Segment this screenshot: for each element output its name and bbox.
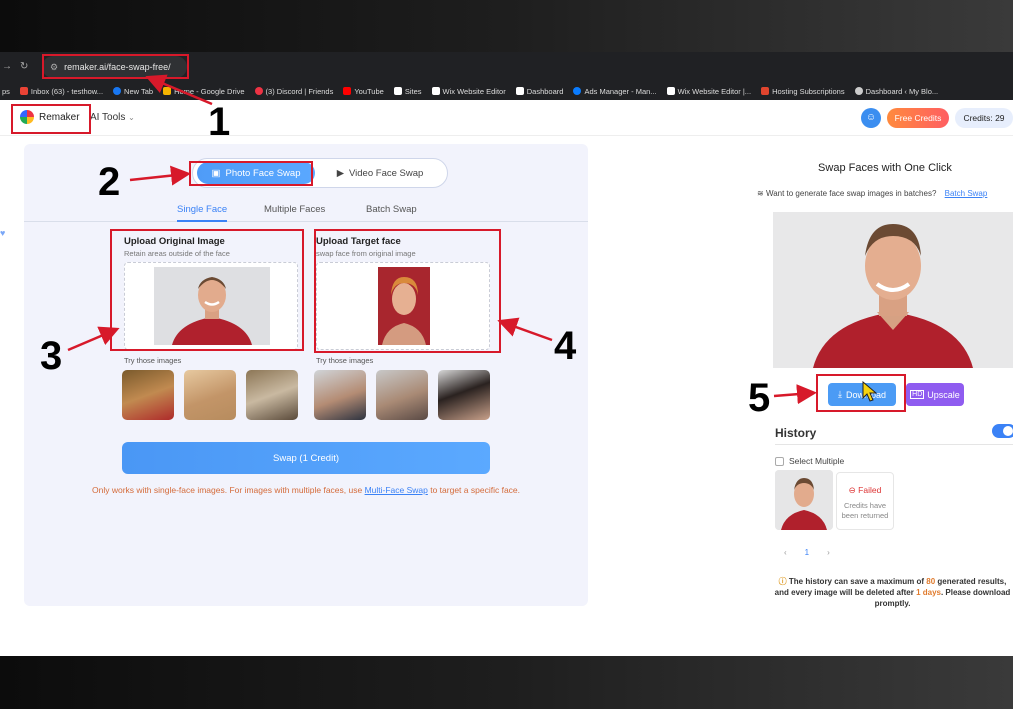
bookmark-item[interactable]: YouTube [343, 87, 384, 96]
chevron-down-icon: ⌄ [128, 113, 135, 122]
upscale-button[interactable]: HD Upscale [906, 383, 964, 406]
hd-icon: HD [910, 390, 925, 399]
bookmark-item[interactable]: (3) Discord | Friends [254, 87, 333, 96]
annotation-number-2: 2 [98, 160, 121, 204]
bookmark-item[interactable]: Wix Website Editor [431, 87, 506, 96]
facebook-icon [113, 87, 122, 95]
wix-icon [393, 87, 402, 95]
bookmark-item[interactable]: Hosting Subscriptions [761, 87, 845, 96]
sidebar-heart-icon[interactable]: ♥ [0, 228, 5, 238]
prev-page-icon[interactable]: ‹ [784, 548, 787, 557]
browser-window: → ↻ ⚙ remaker.ai/face-swap-free/ ps Inbo… [0, 52, 1013, 656]
gmail-icon [19, 87, 28, 95]
video-icon: ▶ [336, 167, 344, 179]
highlight-original [110, 229, 304, 351]
highlight-download [816, 374, 906, 412]
history-divider [775, 444, 1013, 445]
result-image [773, 212, 1013, 368]
swap-button[interactable]: Swap (1 Credit) [122, 442, 490, 474]
sample-original-3[interactable] [246, 370, 298, 420]
video-frame-bottom [0, 656, 1013, 709]
swap-panel: ▣ Photo Face Swap ▶ Video Face Swap Sing… [24, 144, 588, 606]
youtube-icon [343, 87, 352, 95]
wix-icon [666, 87, 675, 95]
reload-icon[interactable]: ↻ [20, 61, 28, 72]
history-thumbnail[interactable] [775, 470, 833, 530]
highlight-target [314, 229, 501, 353]
bookmark-apps[interactable]: ps [2, 87, 10, 96]
target-try-label: Try those images [316, 356, 374, 365]
forward-icon[interactable]: → [2, 61, 12, 72]
single-face-notice: Only works with single-face images. For … [91, 485, 521, 495]
highlight-photo-swap [189, 161, 313, 186]
bookmark-item[interactable]: New Tab [113, 87, 153, 96]
result-title: Swap Faces with One Click [818, 162, 952, 174]
original-try-label: Try those images [124, 356, 182, 365]
tab-multiple-faces[interactable]: Multiple Faces [264, 204, 325, 215]
batch-line: ≋ Want to generate face swap images in b… [757, 189, 988, 198]
video-frame-top [0, 0, 1013, 52]
bookmark-item[interactable]: Ads Manager - Man... [573, 87, 657, 96]
bookmark-item[interactable]: Inbox (63) - testhow... [19, 87, 103, 96]
sample-target-1[interactable] [314, 370, 366, 420]
credits-returned: Credits have been returned [841, 501, 889, 520]
bookmark-item[interactable]: Home - Google Drive [163, 87, 245, 96]
bookmark-item[interactable]: Dashboard [515, 87, 563, 96]
wordpress-icon [854, 87, 863, 95]
meta-icon [573, 87, 582, 95]
next-page-icon[interactable]: › [827, 548, 830, 557]
history-toggle[interactable] [992, 424, 1013, 438]
community-icon[interactable]: ☺ [861, 108, 881, 128]
ai-tools-menu[interactable]: AI Tools ⌄ [90, 112, 135, 123]
history-title: History [775, 426, 817, 440]
batch-swap-link[interactable]: Batch Swap [945, 189, 988, 198]
bookmark-item[interactable]: Sites [393, 87, 422, 96]
free-credits-button[interactable]: Free Credits [887, 108, 949, 128]
video-face-swap-button[interactable]: ▶ Video Face Swap [319, 162, 441, 184]
bookmarks-bar: ps Inbox (63) - testhow... New Tab Home … [0, 82, 1013, 100]
credits-badge[interactable]: Credits: 29 [955, 108, 1013, 128]
sample-original-1[interactable] [122, 370, 174, 420]
annotation-number-1: 1 [208, 100, 231, 144]
annotation-number-4: 4 [554, 324, 577, 368]
page-number[interactable]: 1 [805, 548, 809, 557]
hosting-icon [761, 87, 770, 95]
annotation-number-3: 3 [40, 334, 63, 378]
bookmark-item[interactable]: Wix Website Editor |... [666, 87, 751, 96]
wix-icon [515, 87, 524, 95]
select-multiple-checkbox[interactable] [775, 456, 784, 466]
bookmark-item[interactable]: Dashboard ‹ My Blo... [854, 87, 938, 96]
select-multiple[interactable]: Select Multiple [775, 456, 844, 466]
sample-target-3[interactable] [438, 370, 490, 420]
wix-icon [431, 87, 440, 95]
failed-status: ⊖ Failed [848, 485, 882, 495]
annotation-number-5: 5 [748, 376, 771, 420]
history-note: ⓘ The history can save a maximum of 80 g… [774, 577, 1011, 608]
layers-icon: ≋ [757, 189, 764, 198]
drive-icon [163, 87, 172, 95]
info-icon: ⓘ [778, 577, 787, 586]
sample-target-2[interactable] [376, 370, 428, 420]
tab-single-face[interactable]: Single Face [177, 204, 228, 222]
highlight-logo [11, 104, 91, 134]
tab-batch-swap[interactable]: Batch Swap [366, 204, 417, 215]
app-header: Remaker AI Tools ⌄ ☺ Free Credits Credit… [0, 100, 1013, 136]
sample-original-2[interactable] [184, 370, 236, 420]
warning-circle-icon: ⊖ [848, 485, 856, 495]
history-thumb-image [775, 470, 833, 530]
history-failed-card: ⊖ Failed Credits have been returned [836, 472, 894, 530]
discord-icon [254, 87, 263, 95]
result-portrait [773, 212, 1013, 368]
highlight-url [42, 54, 189, 79]
multi-face-swap-link[interactable]: Multi-Face Swap [365, 485, 428, 495]
pagination: ‹ 1 › [784, 548, 830, 557]
